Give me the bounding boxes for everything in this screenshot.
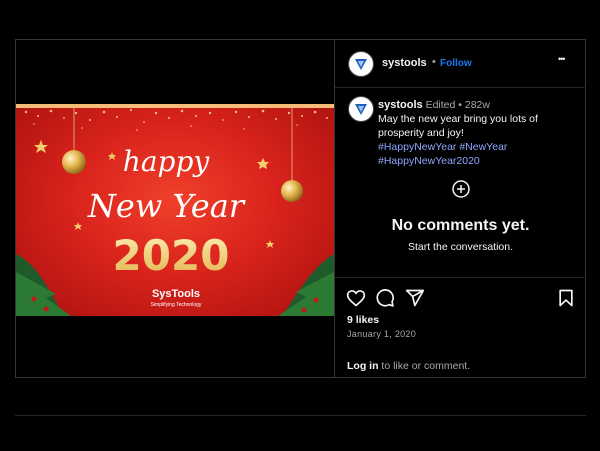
login-rest: to like or comment. xyxy=(381,360,471,372)
login-link[interactable]: Log in xyxy=(347,360,379,372)
card-year-text: 2020 xyxy=(113,231,230,280)
caption-hashtags-2[interactable]: #HappyNewYear2020 xyxy=(378,154,578,168)
card-tagline-text: Simplifying Technology xyxy=(151,302,202,308)
post-actions: 9 likes January 1, 2020 Log in to like o… xyxy=(335,277,586,377)
ornament-right xyxy=(281,104,303,202)
caption-age[interactable]: 282w xyxy=(465,99,490,111)
post-side-panel: systools • Follow ••• systools Edited • … xyxy=(334,40,586,377)
caption-dot: • xyxy=(458,99,462,111)
login-prompt: Log in to like or comment. xyxy=(347,360,470,372)
card-happy-text: happy xyxy=(123,145,211,178)
header-dot: • xyxy=(432,56,436,68)
no-comments-subtitle: Start the conversation. xyxy=(407,241,514,253)
systools-logo-icon xyxy=(355,59,367,70)
more-icon[interactable]: ••• xyxy=(558,54,566,64)
share-icon[interactable] xyxy=(405,288,425,308)
caption-text: May the new year bring you lots of prosp… xyxy=(378,113,538,139)
header-username[interactable]: systools xyxy=(382,57,427,69)
bookmark-icon[interactable] xyxy=(556,288,576,308)
caption-edited: Edited xyxy=(425,99,456,111)
heart-icon[interactable] xyxy=(346,288,366,308)
comment-icon[interactable] xyxy=(375,288,395,308)
post-media: happy New Year 2020 SysTools Simplifying… xyxy=(16,40,334,377)
empty-comments: No comments yet. Start the conversation. xyxy=(335,180,586,253)
post-header: systools • Follow ••• xyxy=(335,40,586,88)
card-new-year-text: New Year xyxy=(87,187,246,225)
ornament-left xyxy=(62,104,86,174)
likes-count[interactable]: 9 likes xyxy=(347,314,379,326)
plus-circle-icon xyxy=(451,180,470,198)
caption-username[interactable]: systools xyxy=(378,99,423,111)
page-divider xyxy=(15,415,586,416)
post-dialog: happy New Year 2020 SysTools Simplifying… xyxy=(15,39,586,378)
post-image[interactable]: happy New Year 2020 SysTools Simplifying… xyxy=(16,104,334,316)
avatar[interactable] xyxy=(348,51,374,77)
systools-logo-icon xyxy=(355,104,367,115)
caption-hashtags-1[interactable]: #HappyNewYear #NewYear xyxy=(378,140,578,154)
caption-avatar[interactable] xyxy=(348,96,374,122)
caption: systools Edited • 282w May the new year … xyxy=(378,98,578,168)
follow-button[interactable]: Follow xyxy=(440,58,472,69)
glitter-border xyxy=(16,104,334,131)
no-comments-title: No comments yet. xyxy=(391,217,530,234)
card-brand-text: SysTools xyxy=(152,288,200,300)
post-date[interactable]: January 1, 2020 xyxy=(347,329,416,339)
new-year-card: happy New Year 2020 SysTools Simplifying… xyxy=(16,104,334,316)
